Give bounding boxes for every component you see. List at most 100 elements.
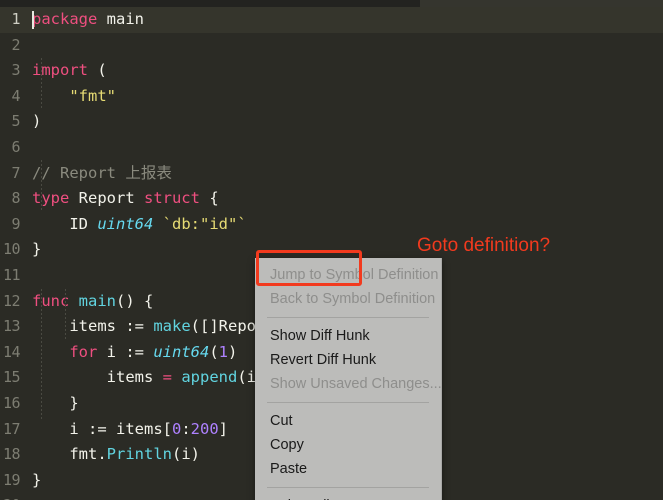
code-token: = <box>162 368 172 387</box>
code-token: Println <box>106 445 172 464</box>
context-menu-item[interactable]: Revert Diff Hunk <box>255 348 441 372</box>
line-number: 9 <box>11 214 20 233</box>
line-number: 15 <box>2 368 21 387</box>
code-line-text: ID uint64 `db:"id"` <box>32 212 246 238</box>
context-menu-separator <box>267 402 429 403</box>
code-token: append <box>181 368 238 387</box>
code-token: items <box>32 368 163 387</box>
context-menu-item[interactable]: Show Diff Hunk <box>255 324 441 348</box>
code-token: for <box>69 342 98 361</box>
line-number: 18 <box>2 445 21 464</box>
line-number: 3 <box>11 61 20 80</box>
line-number: 4 <box>11 86 20 105</box>
context-menu-item[interactable]: Cut <box>255 409 441 433</box>
line-number: 17 <box>2 419 21 438</box>
code-line-text: i := items[0:200] <box>32 417 228 443</box>
code-token: 0 <box>171 419 182 438</box>
code-line[interactable]: 5) <box>0 109 663 135</box>
goto-definition-annotation: Goto definition? <box>417 235 551 256</box>
window-title-strip-right <box>420 0 663 7</box>
code-token: i := <box>97 342 154 361</box>
window-title-strip <box>0 0 420 7</box>
editor-screenshot: 1 package main 2 3 import (4 "fmt" 5) 6 7// Rep… <box>0 0 663 500</box>
code-line[interactable]: 7 // Report 上报表 <box>0 161 663 187</box>
context-menu-item: Show Unsaved Changes... <box>270 376 442 392</box>
context-menu-item: Jump to Symbol Definition <box>270 267 439 283</box>
line-number: 11 <box>2 265 21 284</box>
code-token: 200 <box>190 419 219 438</box>
code-token: } <box>32 470 42 489</box>
code-token: ) <box>32 112 42 131</box>
code-line[interactable]: 1 package main <box>0 7 663 33</box>
code-token: func <box>32 291 70 310</box>
code-line[interactable]: 3 import ( <box>0 58 663 84</box>
context-menu-item: Back to Symbol Definition <box>270 291 436 307</box>
line-number: 5 <box>11 112 20 131</box>
code-token: uint64 <box>153 342 210 361</box>
code-token: main <box>106 10 144 28</box>
code-token: () { <box>116 291 154 310</box>
code-line-text: ) <box>32 109 41 135</box>
code-line[interactable]: 6 <box>0 135 663 161</box>
indent-guide <box>41 160 42 212</box>
line-number: 1 <box>11 10 20 28</box>
code-line-text: import ( <box>32 58 107 84</box>
context-menu-separator <box>267 317 429 318</box>
code-token: type <box>32 189 70 208</box>
code-token: items := <box>32 317 154 336</box>
context-menu-separator <box>267 487 429 488</box>
code-line-text: type Report struct { <box>32 186 219 212</box>
code-line-text: } <box>32 468 41 494</box>
code-line[interactable]: 8 type Report struct { <box>0 186 663 212</box>
code-token: } <box>32 240 42 259</box>
code-token: make <box>153 317 191 336</box>
code-token: (i) <box>171 445 200 464</box>
line-number: 6 <box>11 137 20 156</box>
code-line[interactable]: 4 "fmt" <box>0 84 663 110</box>
code-token: } <box>32 393 79 412</box>
text-caret <box>32 11 34 29</box>
code-token: ( <box>209 342 219 361</box>
code-line-text: } <box>32 237 41 263</box>
code-token: ID <box>32 214 98 233</box>
line-number: 8 <box>11 189 20 208</box>
context-menu-item[interactable]: Select All <box>255 494 441 500</box>
line-number: 20 <box>0 493 21 500</box>
code-token: package <box>32 10 98 28</box>
context-menu-item[interactable]: Paste <box>255 457 441 481</box>
code-token: ] <box>218 419 229 438</box>
code-token: 1 <box>218 342 229 361</box>
code-token: fmt. <box>32 445 107 464</box>
code-line[interactable]: 2 <box>0 33 663 59</box>
code-line[interactable]: 9 ID uint64 `db:"id"` <box>0 212 663 238</box>
line-number: 10 <box>2 240 21 259</box>
code-token: main <box>78 291 116 310</box>
code-token: uint64 <box>97 214 154 233</box>
line-number: 14 <box>2 342 21 361</box>
code-line-text: // Report 上报表 <box>32 161 172 187</box>
code-token: // Report 上报表 <box>32 163 172 182</box>
code-line-text: func main() { <box>32 289 153 315</box>
code-line-text: "fmt" <box>32 84 116 110</box>
code-line-text: fmt.Println(i) <box>32 442 200 468</box>
code-token: i := items[ <box>32 419 172 438</box>
code-token: { <box>199 189 219 208</box>
editor-context-menu[interactable]: Jump to Symbol Definition Back to Symbol … <box>255 258 442 500</box>
line-number: 2 <box>11 35 20 54</box>
line-number: 12 <box>2 291 21 310</box>
code-token: : <box>181 419 191 438</box>
indent-guide <box>41 58 42 110</box>
context-menu-item[interactable]: Copy <box>255 433 441 457</box>
indent-guide <box>41 289 42 419</box>
code-token: ( <box>88 61 107 80</box>
line-number: 16 <box>2 393 21 412</box>
code-token: ) <box>228 342 238 361</box>
line-number: 7 <box>11 163 20 182</box>
line-number: 19 <box>2 470 21 489</box>
